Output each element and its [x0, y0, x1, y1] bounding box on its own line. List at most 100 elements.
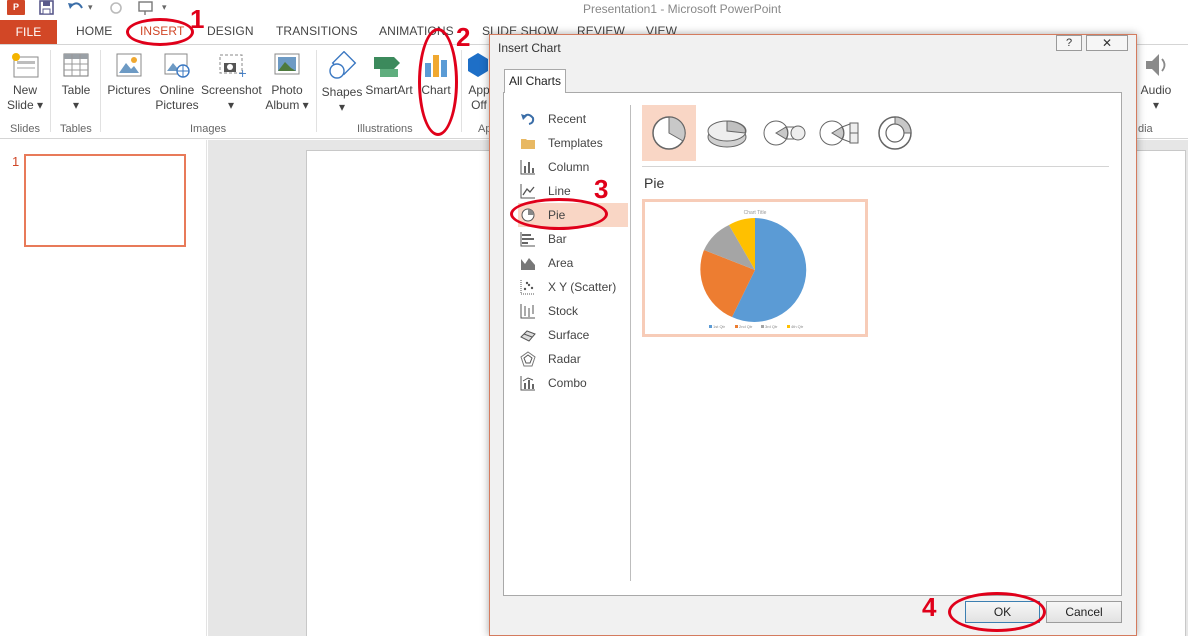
scatter-chart-icon — [520, 280, 535, 295]
group-label-media: dia — [1138, 123, 1153, 135]
shapes-icon — [329, 51, 357, 79]
pie-preview-graphic: Chart Title 1st Qtr 2nd Qtr 3rd Qtr 4th … — [700, 210, 807, 329]
chart-type-column[interactable]: Column — [518, 155, 628, 179]
screenshot-label: Screenshot — [201, 83, 262, 97]
table-button[interactable]: Table ▾ — [56, 45, 96, 113]
legend-swatch — [709, 325, 712, 328]
dialog-title: Insert Chart — [498, 41, 561, 55]
tab-file[interactable]: FILE — [0, 20, 57, 44]
pie-of-pie-subtype-icon — [763, 120, 806, 146]
combo-chart-icon — [520, 376, 535, 391]
group-label-images: Images — [190, 123, 227, 135]
legend-swatch — [787, 325, 790, 328]
list-separator — [630, 105, 631, 581]
screenshot-button[interactable]: + Screenshot ▾ — [201, 45, 262, 113]
group-separator — [316, 50, 317, 132]
chart-type-bar[interactable]: Bar — [518, 227, 628, 251]
audio-button[interactable]: Audio ▾ — [1136, 45, 1176, 113]
window-title: Presentation1 - Microsoft PowerPoint — [582, 2, 782, 16]
smartart-label: SmartArt — [365, 83, 413, 97]
column-chart-icon — [520, 160, 535, 175]
subtype-pie[interactable] — [642, 105, 696, 161]
new-slide-button[interactable]: New Slide ▾ — [4, 45, 46, 113]
chart-type-combo[interactable]: Combo — [518, 371, 628, 395]
chart-type-list: Recent Templates Column Line Pie Bar Are… — [518, 107, 628, 395]
chart-type-scatter[interactable]: X Y (Scatter) — [518, 275, 628, 299]
cancel-button[interactable]: Cancel — [1046, 601, 1122, 623]
legend-item: 1st Qtr — [713, 324, 726, 329]
radar-chart-icon — [520, 351, 536, 367]
dialog-body: Recent Templates Column Line Pie Bar Are… — [503, 92, 1122, 596]
powerpoint-window: P ▾ ▾ Presentation1 - Microsoft PowerPoi… — [0, 0, 1188, 636]
table-dropdown-icon: ▾ — [72, 98, 80, 112]
audio-icon — [1146, 54, 1166, 76]
pictures-label: Pictures — [107, 83, 151, 97]
chart-type-recent[interactable]: Recent — [518, 107, 628, 131]
annotation-number-2: 2 — [456, 22, 471, 52]
preview-chart-title: Chart Title — [744, 210, 767, 216]
chart-type-area[interactable]: Area — [518, 251, 628, 275]
new-slide-label-2: Slide ▾ — [6, 98, 44, 112]
chart-type-radar[interactable]: Radar — [518, 347, 628, 371]
doughnut-subtype-icon — [878, 116, 912, 150]
bar-chart-icon — [520, 232, 535, 247]
group-label-illustrations: Illustrations — [357, 123, 413, 135]
photo-album-button[interactable]: Photo Album ▾ — [264, 45, 310, 113]
tab-transitions[interactable]: TRANSITIONS — [276, 24, 358, 38]
screenshot-icon: + — [219, 54, 246, 79]
line-chart-icon — [520, 184, 535, 199]
table-icon — [63, 53, 89, 77]
photo-album-icon — [274, 53, 300, 75]
annotation-circle-chart — [418, 28, 458, 136]
photo-album-label-1: Photo — [271, 83, 303, 97]
group-label-tables: Tables — [60, 123, 92, 135]
annotation-number-3: 3 — [594, 174, 609, 204]
chart-type-stock[interactable]: Stock — [518, 299, 628, 323]
subtype-bar-of-pie[interactable] — [812, 105, 866, 161]
online-pictures-button[interactable]: Online Pictures — [154, 45, 200, 113]
area-chart-icon — [521, 258, 535, 270]
group-separator — [461, 50, 462, 132]
audio-label: Audio — [1140, 83, 1172, 97]
chart-type-templates[interactable]: Templates — [518, 131, 628, 155]
annotation-number-1: 1 — [190, 4, 205, 34]
pictures-button[interactable]: Pictures — [106, 45, 152, 98]
surface-chart-icon — [520, 330, 536, 342]
smartart-icon — [374, 57, 400, 77]
tab-all-charts[interactable]: All Charts — [504, 69, 566, 93]
legend-item: 2nd Qtr — [739, 324, 753, 329]
3d-pie-subtype-icon — [707, 120, 747, 148]
annotation-number-4: 4 — [922, 592, 937, 622]
pictures-icon — [116, 53, 142, 77]
chart-preview[interactable]: Chart Title 1st Qtr 2nd Qtr 3rd Qtr 4th … — [642, 199, 868, 337]
subtype-pie-of-pie[interactable] — [756, 105, 810, 161]
screenshot-dropdown-icon: ▾ — [227, 98, 235, 112]
close-button[interactable]: ✕ — [1086, 35, 1128, 51]
table-label: Table — [61, 83, 91, 97]
new-slide-label-1: New — [12, 83, 37, 97]
tab-home[interactable]: HOME — [76, 24, 112, 38]
chart-type-surface[interactable]: Surface — [518, 323, 628, 347]
annotation-circle-insert — [126, 18, 194, 46]
subtype-doughnut[interactable] — [868, 105, 922, 161]
tab-design[interactable]: DESIGN — [207, 24, 254, 38]
group-separator — [50, 50, 51, 132]
shapes-button[interactable]: Shapes ▾ — [320, 45, 364, 115]
online-pictures-label-2: Pictures — [155, 98, 199, 112]
annotation-circle-ok — [948, 592, 1046, 632]
stock-chart-icon — [520, 304, 535, 319]
online-pictures-icon — [164, 53, 190, 78]
recent-icon — [521, 113, 535, 125]
folder-icon — [521, 139, 535, 149]
slide-thumbnail[interactable] — [24, 154, 186, 247]
legend-swatch — [735, 325, 738, 328]
group-label-slides: Slides — [10, 123, 40, 135]
help-button[interactable]: ? — [1056, 35, 1082, 51]
online-pictures-label-1: Online — [159, 83, 195, 97]
legend-item: 4th Qtr — [791, 324, 804, 329]
smartart-button[interactable]: SmartArt — [364, 45, 414, 98]
subtype-3d-pie[interactable] — [700, 105, 754, 161]
shapes-dropdown-icon: ▾ — [338, 100, 346, 114]
shapes-label: Shapes — [321, 85, 363, 99]
pie-subtype-icon — [652, 116, 686, 150]
